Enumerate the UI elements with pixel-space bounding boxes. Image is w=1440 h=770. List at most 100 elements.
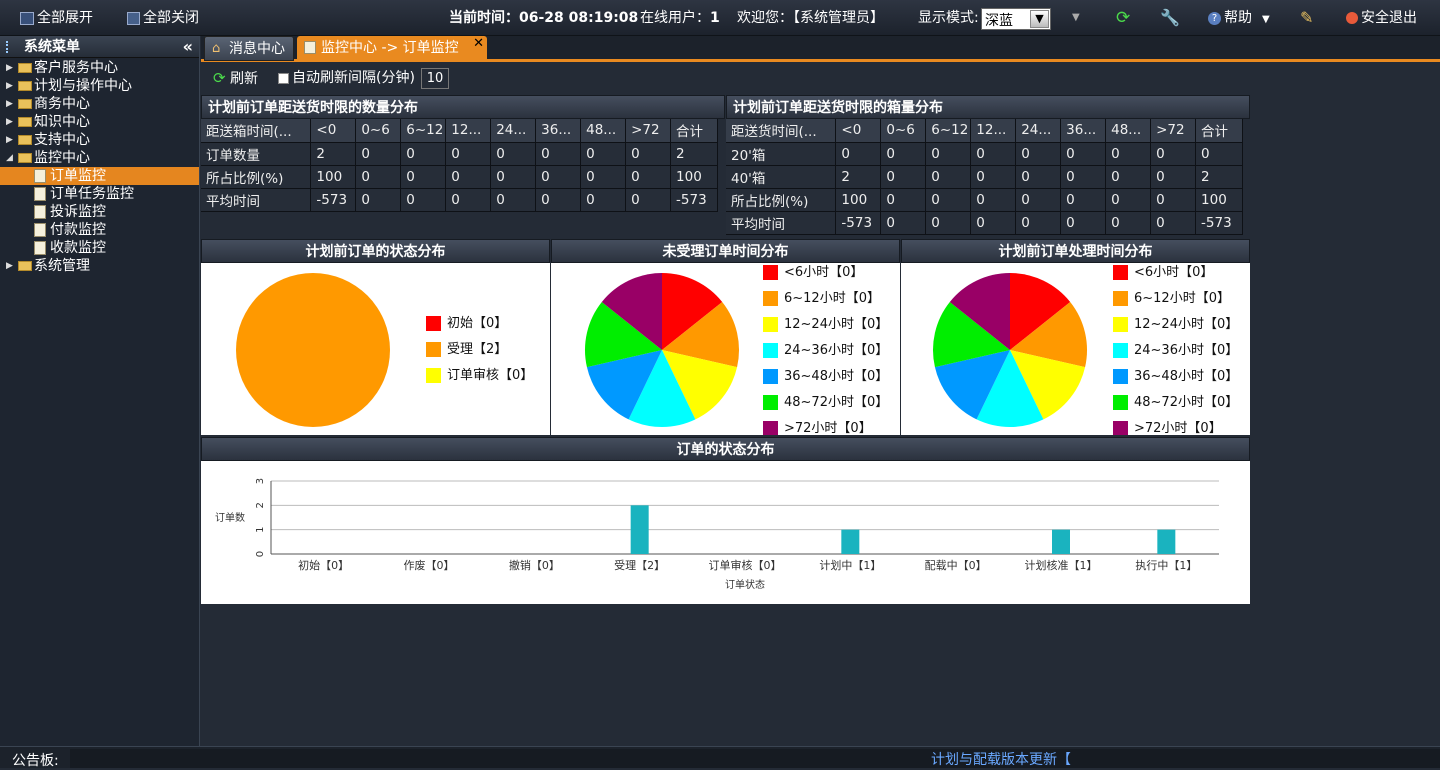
sidebar-item-business[interactable]: ▶ 商务中心 [0,95,199,113]
refresh-label: 刷新 [230,71,259,87]
table-cell: 订单数量 [201,142,312,166]
sidebar-item-system[interactable]: ▶ 系统管理 [0,257,199,275]
table-cell: 0 [1150,142,1197,166]
pie1-panel: 初始【0】 受理【2】 订单审核【0】 [201,263,550,435]
collapse-arrow-icon[interactable]: ◢ [6,149,13,167]
column-header: >72 [1150,119,1197,143]
sidebar-item-order-monitor[interactable]: 订单监控 [0,167,199,185]
sidebar-item-receipt-monitor[interactable]: 收款监控 [0,239,199,257]
sidebar-item-complaint-monitor[interactable]: 投诉监控 [0,203,199,221]
legend-swatch [1113,395,1128,410]
legend-item: >72小时【0】 [763,421,888,435]
table-cell: 0 [490,142,537,166]
refresh-icon[interactable]: ⟳ [1116,0,1130,36]
expand-arrow-icon[interactable]: ▶ [6,59,13,77]
table-cell: 2 [835,165,882,189]
table-cell: 0 [580,188,627,212]
notice-text[interactable]: 计划与配载版本更新【 [931,749,1071,769]
table-cell: 0 [835,142,882,166]
table-cell: 0 [880,165,927,189]
tab-label: 消息中心 [229,41,285,57]
expand-arrow-icon[interactable]: ▶ [6,131,13,149]
refresh-button[interactable]: ⟳ 刷新 [213,65,258,93]
x-tick-label: 计划核准【1】 [1025,558,1098,572]
table-cell: 0 [925,165,972,189]
legend-swatch [426,368,441,383]
welcome-label: 欢迎您：【系统管理员】 [737,10,884,26]
table-cell: 0 [445,142,492,166]
table-cell: -573 [670,188,718,212]
display-mode-select[interactable]: 深蓝 ▼ [981,8,1051,30]
legend-label: 受理【2】 [447,342,508,357]
sidebar-item-support[interactable]: ▶ 支持中心 [0,131,199,149]
table-cell: 0 [1105,211,1152,235]
legend-item: 36~48小时【0】 [1113,369,1238,395]
table-cell: 40'箱 [726,165,837,189]
top-bar: 全部展开 全部关闭 当前时间：06-28 08:19:08 在线用户：1 欢迎您… [0,0,1440,36]
wrench-icon[interactable]: 🔧 [1160,0,1180,36]
collapse-all-button[interactable]: 全部关闭 [127,0,199,36]
sidebar-item-order-task-monitor[interactable]: 订单任务监控 [0,185,199,203]
sidebar-item-label: 监控中心 [34,150,90,166]
list-icon [127,11,140,25]
home-icon: ⌂ [212,41,221,56]
table-cell: 0 [970,188,1017,212]
edit-icon[interactable]: ✎ [1300,0,1313,36]
table-cell: 0 [1150,188,1197,212]
expand-arrow-icon[interactable]: ▶ [6,113,13,131]
tab-label: 监控中心 -> 订单监控 [321,40,459,56]
legend-item: >72小时【0】 [1113,421,1238,435]
logout-label: 安全退出 [1361,10,1417,26]
menu-icon [6,41,18,53]
sidebar-item-label: 订单监控 [50,168,106,184]
expand-arrow-icon[interactable]: ▶ [6,95,13,113]
dropdown-arrow-icon[interactable]: ▼ [1072,0,1080,36]
table-row: 40'箱 2 0 0 0 0 0 0 0 2 [726,165,1243,189]
expand-all-button[interactable]: 全部展开 [20,0,93,36]
sidebar-item-knowledge[interactable]: ▶ 知识中心 [0,113,199,131]
help-button[interactable]: ? 帮助 ▼ [1208,0,1270,36]
expand-icon [20,11,34,25]
auto-refresh-checkbox[interactable] [278,73,289,84]
help-label: 帮助 [1224,10,1252,26]
column-header: 距送货时间(... [726,119,837,143]
expand-arrow-icon[interactable]: ▶ [6,257,13,275]
table-cell: 0 [400,142,447,166]
refresh-interval-input[interactable]: 10 [421,68,449,89]
sidebar-item-planning[interactable]: ▶ 计划与操作中心 [0,77,199,95]
refresh-icon: ⟳ [213,69,226,87]
tab-message-center[interactable]: ⌂ 消息中心 [204,36,294,61]
collapse-sidebar-icon[interactable]: « [183,36,193,58]
chevron-down-icon[interactable]: ▼ [1030,10,1049,28]
column-header: 6~12 [925,119,972,143]
table-cell: 20'箱 [726,142,837,166]
table-row: 所占比例(%) 100 0 0 0 0 0 0 0 100 [201,165,718,189]
table-cell: 2 [310,142,357,166]
y-tick-label: 1 [255,526,266,532]
expand-arrow-icon[interactable]: ▶ [6,77,13,95]
notice-marquee[interactable]: 计划与配载版本更新【 [70,749,1440,768]
column-header: 合计 [670,119,718,143]
folder-icon [18,63,32,73]
legend-label: 初始【0】 [447,316,508,331]
tab-order-monitor[interactable]: 监控中心 -> 订单监控 ✕ [297,36,487,61]
sidebar-item-payment-monitor[interactable]: 付款监控 [0,221,199,239]
pie2-title: 未受理订单时间分布 [551,239,900,263]
table-cell: 0 [445,165,492,189]
pie-slice [236,273,390,427]
sidebar-item-monitoring[interactable]: ◢ 监控中心 [0,149,199,167]
legend-swatch [763,265,778,280]
sidebar-item-customer-service[interactable]: ▶ 客户服务中心 [0,59,199,77]
sidebar-item-label: 收款监控 [50,240,106,256]
table-cell: 0 [880,188,927,212]
table-cell: 0 [970,165,1017,189]
table-cell: 0 [1195,142,1243,166]
close-icon[interactable]: ✕ [473,32,484,56]
table-cell: 0 [1015,142,1062,166]
column-header: 12... [445,119,492,143]
table-cell: 0 [1015,188,1062,212]
table-cell: 平均时间 [201,188,312,212]
table-cell: 0 [1060,188,1107,212]
logout-button[interactable]: 安全退出 [1346,0,1417,36]
display-mode-label: 显示模式: [918,10,979,26]
